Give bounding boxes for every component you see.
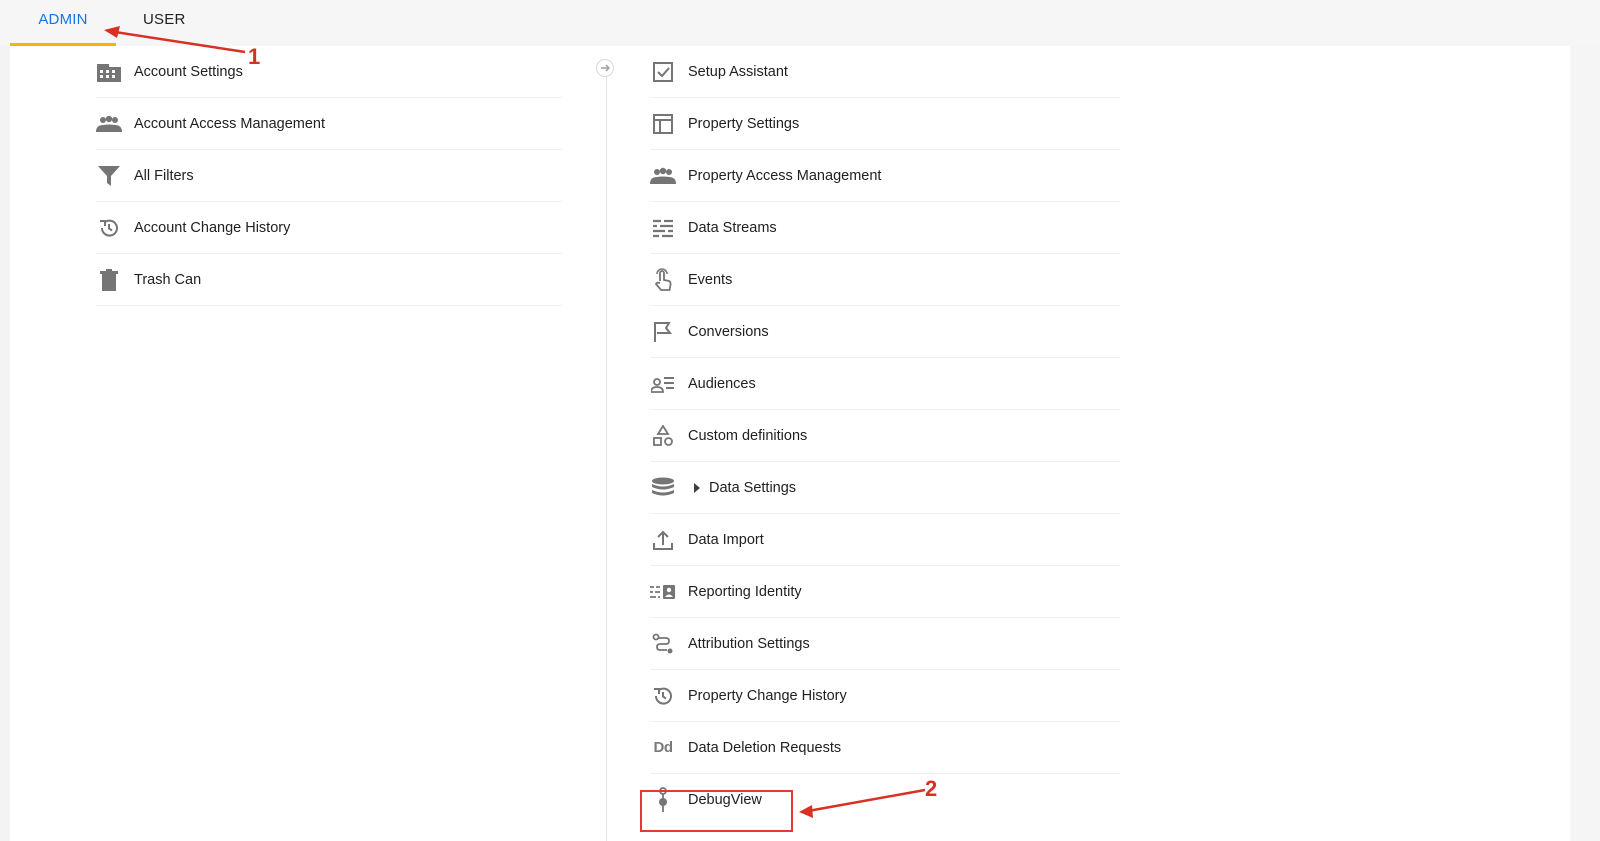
annotation-number-2: 2 [925, 776, 938, 801]
annotation-number-1: 1 [248, 44, 261, 69]
annotation-arrows [104, 26, 926, 818]
